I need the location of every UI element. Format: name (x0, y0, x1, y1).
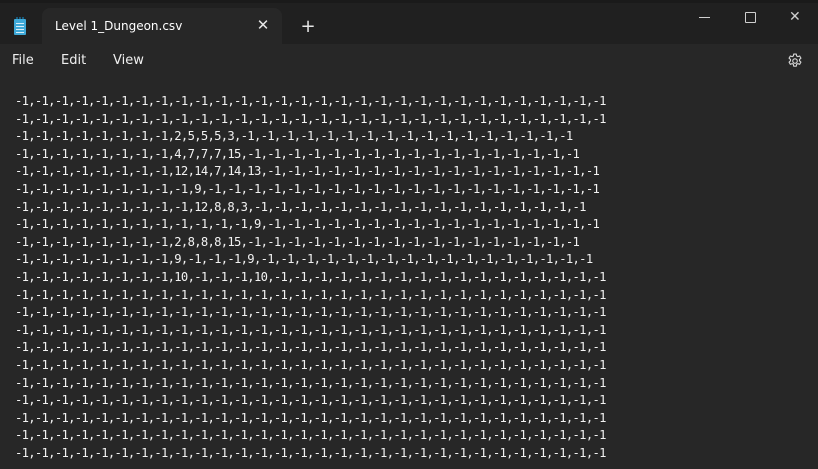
text-line: -1,-1,-1,-1,-1,-1,-1,-1,-1,12,8,8,3,-1,-… (15, 199, 587, 214)
text-line: -1,-1,-1,-1,-1,-1,-1,-1,-1,-1,-1,-1,-1,-… (15, 340, 606, 355)
tab-level-1-dungeon[interactable]: Level 1_Dungeon.csv ✕ (42, 8, 282, 44)
text-line: -1,-1,-1,-1,-1,-1,-1,-1,-1,-1,-1,-1,-1,-… (15, 446, 606, 460)
text-line: -1,-1,-1,-1,-1,-1,-1,-1,-1,-1,-1,-1,-1,-… (15, 94, 606, 108)
text-line: -1,-1,-1,-1,-1,-1,-1,-1,9,-1,-1,-1,9,-1,… (15, 252, 593, 267)
tab-close-icon[interactable]: ✕ (252, 14, 274, 36)
text-line: -1,-1,-1,-1,-1,-1,-1,-1,2,8,8,8,15,-1,-1… (15, 234, 580, 249)
close-icon: ✕ (789, 9, 801, 25)
minimize-button[interactable] (691, 6, 719, 28)
gear-icon[interactable] (786, 52, 804, 70)
text-line: -1,-1,-1,-1,-1,-1,-1,-1,-1,-1,-1,-1,-1,-… (15, 428, 606, 443)
text-line: -1,-1,-1,-1,-1,-1,-1,-1,2,5,5,5,3,-1,-1,… (15, 129, 573, 144)
text-line: -1,-1,-1,-1,-1,-1,-1,-1,-1,-1,-1,-1,-1,-… (15, 358, 606, 372)
notepad-window: Level 1_Dungeon.csv ✕ + ✕ File Edit View… (0, 0, 818, 469)
text-line: -1,-1,-1,-1,-1,-1,-1,-1,-1,-1,-1,-1,-1,-… (15, 393, 606, 408)
tab-title: Level 1_Dungeon.csv (55, 19, 183, 33)
text-line: -1,-1,-1,-1,-1,-1,-1,-1,-1,-1,-1,-1,-1,-… (15, 111, 606, 126)
maximize-icon (745, 12, 756, 23)
menu-bar: File Edit View (0, 44, 818, 78)
text-line: -1,-1,-1,-1,-1,-1,-1,-1,-1,-1,-1,-1,-1,-… (15, 305, 606, 320)
menu-view[interactable]: View (113, 53, 144, 68)
text-line: -1,-1,-1,-1,-1,-1,-1,-1,12,14,7,14,13,-1… (15, 164, 600, 179)
text-line: -1,-1,-1,-1,-1,-1,-1,-1,-1,-1,-1,-1,-1,-… (15, 287, 606, 302)
window-top-edge (0, 0, 818, 3)
text-line: -1,-1,-1,-1,-1,-1,-1,-1,-1,-1,-1,-1,-1,-… (15, 375, 606, 390)
title-bar: Level 1_Dungeon.csv ✕ + ✕ (0, 0, 818, 44)
text-line: -1,-1,-1,-1,-1,-1,-1,-1,4,7,7,7,15,-1,-1… (15, 146, 580, 161)
new-tab-icon[interactable]: + (297, 16, 319, 38)
menu-edit[interactable]: Edit (61, 53, 86, 68)
text-line: -1,-1,-1,-1,-1,-1,-1,-1,-1,-1,-1,-1,9,-1… (15, 217, 600, 232)
text-line: -1,-1,-1,-1,-1,-1,-1,-1,-1,-1,-1,-1,-1,-… (15, 410, 606, 425)
text-line: -1,-1,-1,-1,-1,-1,-1,-1,-1,-1,-1,-1,-1,-… (15, 322, 606, 337)
maximize-button[interactable] (736, 6, 764, 28)
notepad-icon (14, 17, 26, 35)
text-line: -1,-1,-1,-1,-1,-1,-1,-1,10,-1,-1,-1,10,-… (15, 270, 606, 284)
minimize-icon (699, 17, 710, 18)
menu-file[interactable]: File (12, 53, 34, 68)
text-line: -1,-1,-1,-1,-1,-1,-1,-1,-1,9,-1,-1,-1,-1… (15, 182, 600, 196)
close-window-button[interactable]: ✕ (782, 6, 810, 28)
text-editor[interactable]: -1,-1,-1,-1,-1,-1,-1,-1,-1,-1,-1,-1,-1,-… (0, 78, 818, 469)
